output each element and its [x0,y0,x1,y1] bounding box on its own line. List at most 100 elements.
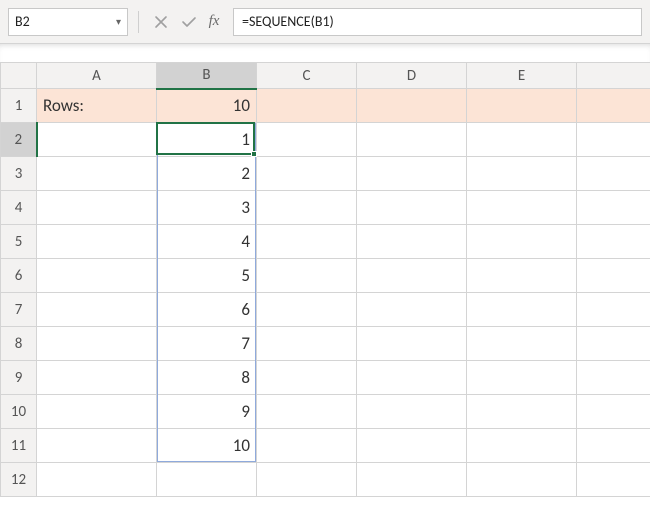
cell-D9[interactable] [357,361,467,395]
cell-D3[interactable] [357,157,467,191]
cell-A2[interactable] [37,123,157,157]
cell-C4[interactable] [257,191,357,225]
cell-A10[interactable] [37,395,157,429]
row-header-9[interactable]: 9 [1,361,37,395]
cancel-icon[interactable] [149,10,173,34]
cell-F5[interactable] [577,225,650,259]
formula-bar[interactable]: =SEQUENCE(B1) [233,8,642,36]
cell-E4[interactable] [467,191,577,225]
row-header-2[interactable]: 2 [1,123,37,157]
cell-B2[interactable]: 1 [157,123,257,157]
cell-E5[interactable] [467,225,577,259]
cell-F7[interactable] [577,293,650,327]
cell-D11[interactable] [357,429,467,463]
cell-D10[interactable] [357,395,467,429]
cell-F8[interactable] [577,327,650,361]
cell-B6[interactable]: 5 [157,259,257,293]
cell-D7[interactable] [357,293,467,327]
col-header-extra[interactable] [577,63,650,89]
cell-C12[interactable] [257,463,357,497]
name-box[interactable]: B2 ▾ [8,8,128,36]
cell-B8[interactable]: 7 [157,327,257,361]
cell-F6[interactable] [577,259,650,293]
row-header-7[interactable]: 7 [1,293,37,327]
cell-A8[interactable] [37,327,157,361]
cell-A7[interactable] [37,293,157,327]
row-header-10[interactable]: 10 [1,395,37,429]
cell-D1[interactable] [357,89,467,123]
cell-E6[interactable] [467,259,577,293]
cell-B7[interactable]: 6 [157,293,257,327]
col-header-E[interactable]: E [467,63,577,89]
spreadsheet-grid[interactable]: A B C D E 1 Rows: 10 2 1 [0,62,650,497]
cell-D6[interactable] [357,259,467,293]
cell-A3[interactable] [37,157,157,191]
cell-C9[interactable] [257,361,357,395]
cell-A6[interactable] [37,259,157,293]
row-header-12[interactable]: 12 [1,463,37,497]
cell-A12[interactable] [37,463,157,497]
cell-B9[interactable]: 8 [157,361,257,395]
cell-F12[interactable] [577,463,650,497]
row-header-5[interactable]: 5 [1,225,37,259]
select-all-corner[interactable] [1,63,37,89]
toolbar-shadow [0,44,650,62]
col-header-D[interactable]: D [357,63,467,89]
cell-F11[interactable] [577,429,650,463]
cell-E11[interactable] [467,429,577,463]
cell-D12[interactable] [357,463,467,497]
cell-C7[interactable] [257,293,357,327]
cell-E12[interactable] [467,463,577,497]
cell-D5[interactable] [357,225,467,259]
cell-F2[interactable] [577,123,650,157]
cell-B4[interactable]: 3 [157,191,257,225]
cell-B11[interactable]: 10 [157,429,257,463]
cell-A1[interactable]: Rows: [37,89,157,123]
cell-F10[interactable] [577,395,650,429]
cell-A9[interactable] [37,361,157,395]
cell-F4[interactable] [577,191,650,225]
cell-C5[interactable] [257,225,357,259]
cell-E10[interactable] [467,395,577,429]
cell-A11[interactable] [37,429,157,463]
cell-B3[interactable]: 2 [157,157,257,191]
cell-F1[interactable] [577,89,650,123]
row-header-11[interactable]: 11 [1,429,37,463]
cell-A4[interactable] [37,191,157,225]
cell-C2[interactable] [257,123,357,157]
cell-E7[interactable] [467,293,577,327]
cell-C10[interactable] [257,395,357,429]
col-header-A[interactable]: A [37,63,157,89]
cell-B5[interactable]: 4 [157,225,257,259]
cell-B1[interactable]: 10 [157,89,257,123]
row-header-1[interactable]: 1 [1,89,37,123]
cell-F9[interactable] [577,361,650,395]
cell-C8[interactable] [257,327,357,361]
cell-E9[interactable] [467,361,577,395]
cell-D8[interactable] [357,327,467,361]
cell-A5[interactable] [37,225,157,259]
table-row: 5 4 [1,225,650,259]
cell-B10[interactable]: 9 [157,395,257,429]
cell-C3[interactable] [257,157,357,191]
row-header-8[interactable]: 8 [1,327,37,361]
cell-F3[interactable] [577,157,650,191]
cell-E8[interactable] [467,327,577,361]
cell-C11[interactable] [257,429,357,463]
cell-E1[interactable] [467,89,577,123]
insert-function-button[interactable]: fx [205,10,229,34]
row-header-3[interactable]: 3 [1,157,37,191]
cell-D2[interactable] [357,123,467,157]
cell-E3[interactable] [467,157,577,191]
cell-E2[interactable] [467,123,577,157]
cell-B12[interactable] [157,463,257,497]
cell-C6[interactable] [257,259,357,293]
row-header-4[interactable]: 4 [1,191,37,225]
cell-C1[interactable] [257,89,357,123]
col-header-C[interactable]: C [257,63,357,89]
checkmark-icon[interactable] [177,10,201,34]
col-header-B[interactable]: B [157,63,257,89]
table-row: 4 3 [1,191,650,225]
cell-D4[interactable] [357,191,467,225]
row-header-6[interactable]: 6 [1,259,37,293]
